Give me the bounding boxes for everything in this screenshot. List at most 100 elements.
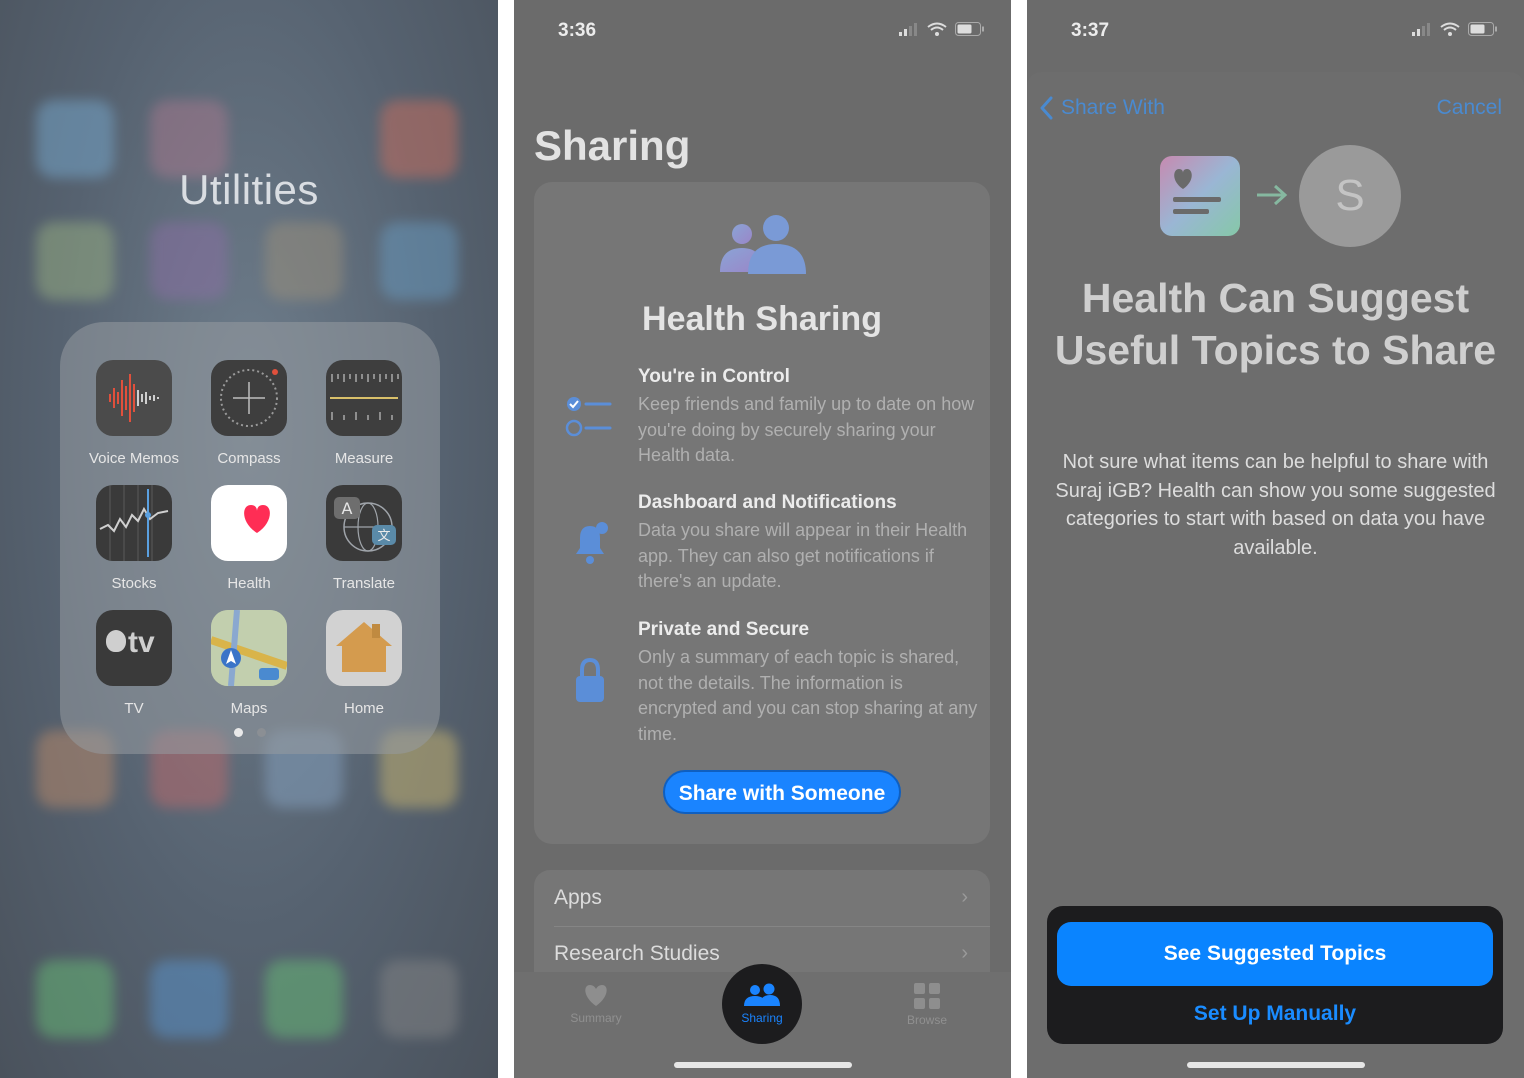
page-dot-active xyxy=(233,728,243,737)
health-heart-icon xyxy=(211,485,287,561)
blurred-dock-icon xyxy=(150,960,228,1038)
feature-in-control: You're in Control Keep friends and famil… xyxy=(638,366,978,469)
app-label: Compass xyxy=(217,450,281,467)
app-maps[interactable]: Maps xyxy=(194,610,304,717)
people-icon xyxy=(720,215,806,274)
app-label: TV xyxy=(124,700,144,717)
tab-summary[interactable]: Summary xyxy=(546,982,646,1025)
back-button[interactable]: Share With xyxy=(1039,96,1165,120)
grid-icon xyxy=(914,983,940,1009)
app-home[interactable]: Home xyxy=(309,610,419,717)
card-title: Health Sharing xyxy=(642,300,882,338)
cellular-signal-icon xyxy=(899,23,917,36)
cancel-button[interactable]: Cancel xyxy=(1437,96,1502,120)
app-translate[interactable]: A 文 Translate xyxy=(309,485,419,592)
feature-title: Dashboard and Notifications xyxy=(638,492,897,513)
status-bar-icons xyxy=(1412,22,1498,36)
description-text: Not sure what items can be helpful to sh… xyxy=(1055,451,1496,559)
house-icon xyxy=(326,610,402,686)
blurred-app-icon xyxy=(380,222,458,300)
heart-icon xyxy=(585,985,607,1006)
action-buttons-container: See Suggested Topics Set Up Manually xyxy=(1047,906,1503,1044)
stocks-chart-icon xyxy=(96,485,172,561)
avatar: S xyxy=(1299,145,1401,247)
tab-label: Summary xyxy=(570,1011,622,1025)
feature-description: Only a summary of each topic is shared, … xyxy=(638,647,978,744)
tab-bar: Summary Sharing Browse xyxy=(514,964,1011,1078)
back-label: Share With xyxy=(1061,96,1165,119)
app-label: Voice Memos xyxy=(88,450,180,467)
see-suggested-topics-button[interactable]: See Suggested Topics xyxy=(1057,922,1493,986)
page-title: Sharing xyxy=(534,122,691,169)
list-item-apps[interactable]: Apps xyxy=(554,886,602,910)
app-measure[interactable]: Measure xyxy=(309,360,419,467)
feature-title: You're in Control xyxy=(638,366,790,387)
list-item-research-studies[interactable]: Research Studies xyxy=(554,942,720,966)
status-bar-icons xyxy=(899,22,985,36)
app-label: Home xyxy=(343,700,384,717)
share-with-someone-button[interactable]: Share with Someone xyxy=(663,770,901,814)
chevron-left-icon xyxy=(1040,96,1053,120)
utilities-folder: Voice Memos Compass Measure Stocks Healt… xyxy=(60,322,440,754)
svg-text:文: 文 xyxy=(377,529,390,544)
avatar-initial: S xyxy=(1335,171,1365,220)
feature-description: Data you share will appear in their Heal… xyxy=(638,520,968,591)
blurred-app-icon xyxy=(150,222,228,300)
svg-text:A: A xyxy=(342,499,353,518)
app-compass[interactable]: Compass xyxy=(194,360,304,467)
translate-globe-icon: A 文 xyxy=(326,485,402,561)
home-indicator[interactable] xyxy=(674,1062,852,1068)
wifi-icon xyxy=(927,22,947,36)
home-indicator[interactable] xyxy=(1187,1062,1365,1068)
apple-tv-icon: tv xyxy=(96,610,172,686)
app-label: Translate xyxy=(333,575,395,592)
share-with-panel: 3:37 Share With Cancel S Health Can Sugg… xyxy=(1027,0,1524,1078)
status-time: 3:37 xyxy=(1071,20,1110,41)
status-time: 3:36 xyxy=(558,20,597,41)
cellular-signal-icon xyxy=(1412,23,1430,36)
bell-icon xyxy=(576,522,608,564)
maps-icon xyxy=(211,610,287,686)
tab-sharing[interactable]: Sharing xyxy=(712,982,812,1025)
feature-title: Private and Secure xyxy=(638,619,810,640)
divider xyxy=(554,926,990,927)
app-stocks[interactable]: Stocks xyxy=(79,485,189,592)
blurred-dock-icon xyxy=(36,960,114,1038)
blurred-dock-icon xyxy=(265,960,343,1038)
tab-label: Sharing xyxy=(741,1011,783,1025)
app-tv[interactable]: tv TV xyxy=(79,610,189,717)
health-sharing-panel: 3:36 Sharing Health Sharing You're in Co… xyxy=(514,0,1011,1078)
feature-description: Keep friends and family up to date on ho… xyxy=(638,394,975,465)
page-dot xyxy=(257,728,267,737)
wifi-icon xyxy=(1440,22,1460,36)
app-label: Measure xyxy=(334,450,394,467)
app-voice-memos[interactable]: Voice Memos xyxy=(79,360,189,467)
checklist-icon xyxy=(565,397,612,437)
app-label: Health xyxy=(227,575,271,592)
app-label: Maps xyxy=(230,700,268,717)
people-icon xyxy=(744,983,780,1006)
chevron-right-icon: › xyxy=(961,942,968,964)
battery-icon xyxy=(1468,22,1497,36)
tab-label: Browse xyxy=(906,1013,947,1027)
chevron-right-icon: › xyxy=(961,886,968,908)
health-sharing-card: Health Sharing You're in Control Keep fr… xyxy=(534,182,990,844)
home-screen-panel: Utilities Voice Memos Compass Measure St… xyxy=(0,0,498,1078)
blurred-app-icon xyxy=(36,222,114,300)
battery-icon xyxy=(955,22,984,36)
page-title: Health Can Suggest Useful Topics to Shar… xyxy=(1054,275,1497,373)
folder-title: Utilities xyxy=(179,166,319,213)
health-record-icon xyxy=(1160,156,1240,236)
app-health[interactable]: Health xyxy=(194,485,304,592)
voice-memos-icon xyxy=(96,360,172,436)
lock-icon xyxy=(576,657,604,702)
arrow-right-icon xyxy=(1257,184,1288,206)
set-up-manually-button[interactable]: Set Up Manually xyxy=(1057,996,1493,1032)
blurred-dock-icon xyxy=(380,960,458,1038)
compass-icon xyxy=(211,360,287,436)
tab-browse[interactable]: Browse xyxy=(877,982,977,1027)
ruler-icon xyxy=(326,360,402,436)
page-indicator[interactable] xyxy=(60,724,440,742)
tv-logo-text: tv xyxy=(128,626,155,659)
feature-dashboard: Dashboard and Notifications Data you sha… xyxy=(638,492,978,595)
